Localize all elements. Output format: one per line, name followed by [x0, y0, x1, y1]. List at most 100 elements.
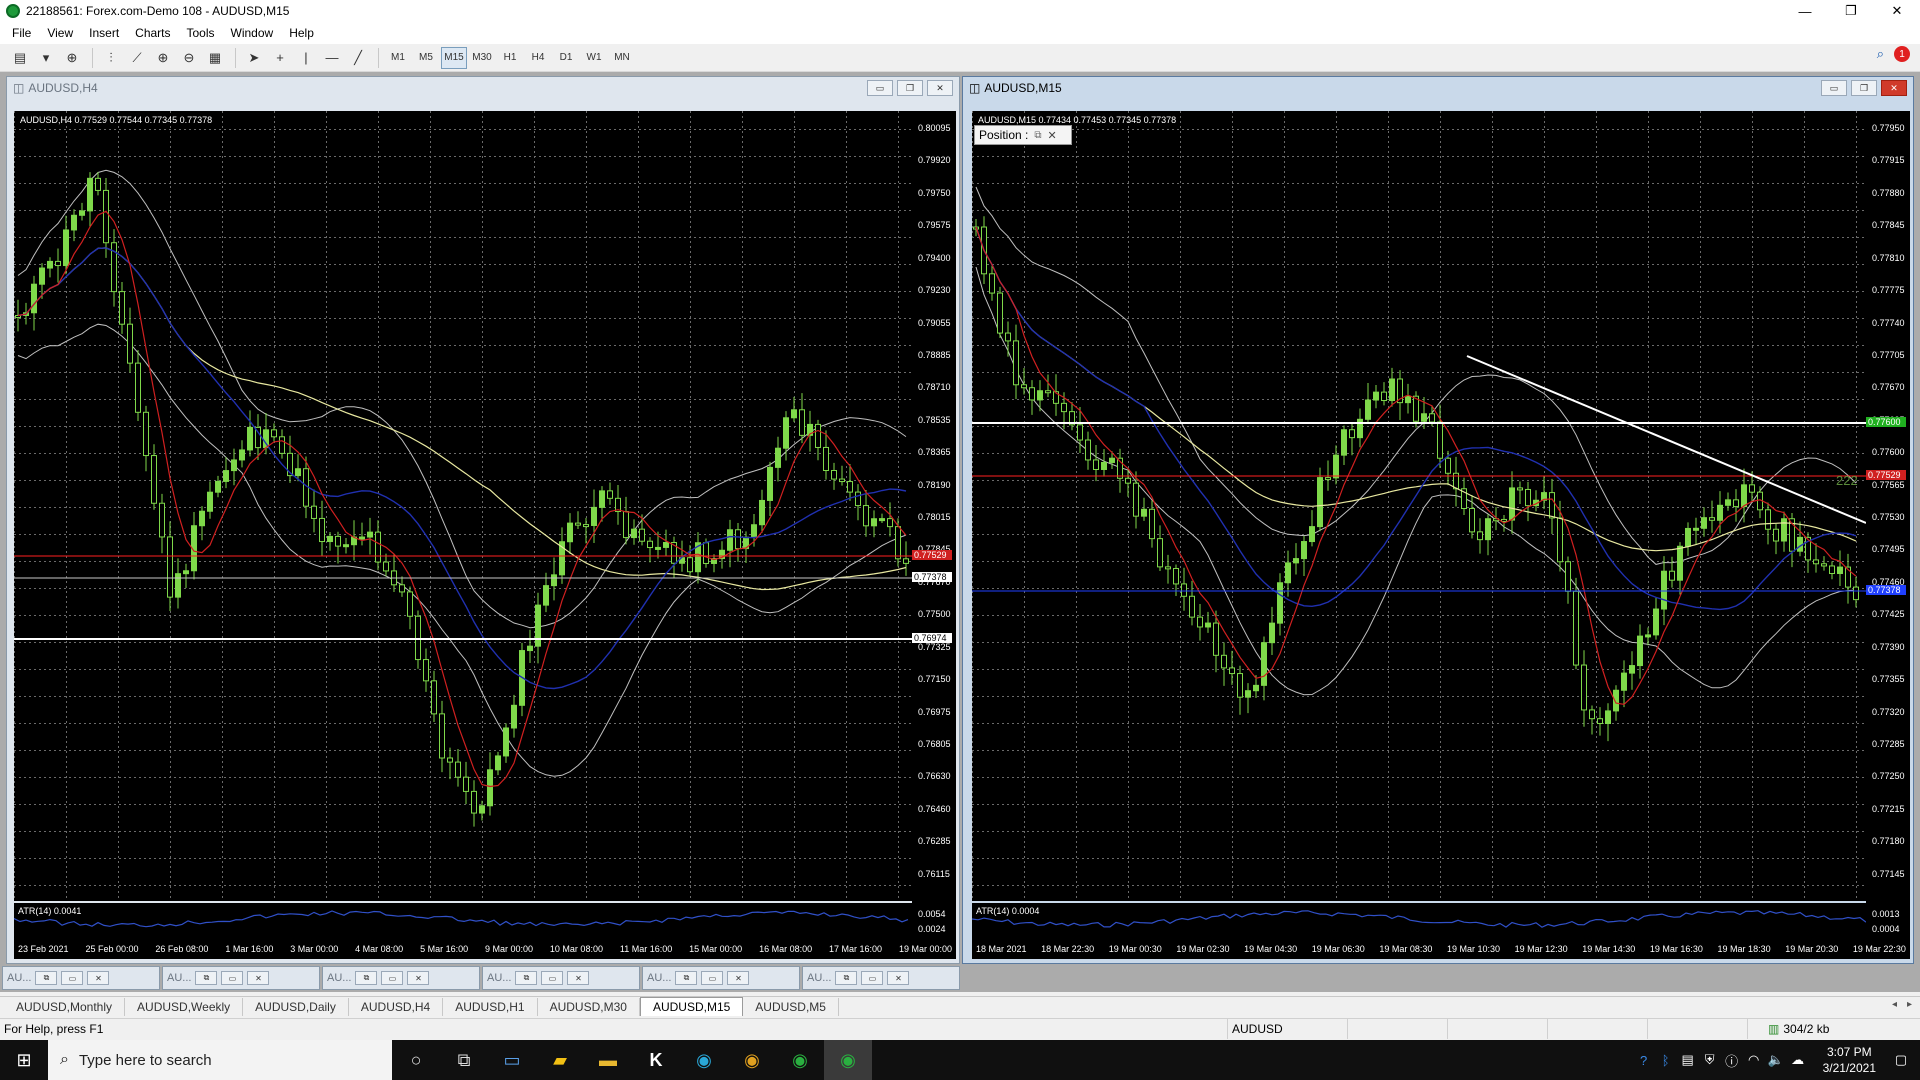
tab-audusd-m30[interactable]: AUDUSD,M30	[538, 998, 640, 1016]
tab-audusd-m15[interactable]: AUDUSD,M15	[639, 997, 744, 1016]
timeframe-m5[interactable]: M5	[413, 47, 439, 69]
bluetooth-icon[interactable]: ᛒ	[1655, 1053, 1677, 1068]
timeframe-w1[interactable]: W1	[581, 47, 607, 69]
position-panel[interactable]: Position : ⧉ ✕	[974, 125, 1072, 145]
monitor-app-icon[interactable]: ▭	[488, 1040, 536, 1080]
restore-icon[interactable]: ⧉	[35, 971, 58, 985]
close-icon[interactable]: ✕	[567, 971, 590, 985]
minimize-button[interactable]: —	[1782, 0, 1828, 22]
restore-icon[interactable]: ⧉	[675, 971, 698, 985]
new-chart-icon[interactable]: ▤	[8, 47, 32, 69]
line-chart-icon[interactable]: ⟋	[125, 47, 149, 69]
price-chart[interactable]: AUDUSD,H4 0.77529 0.77544 0.77345 0.7737…	[14, 111, 912, 901]
trading-app-icon[interactable]: ◉	[776, 1040, 824, 1080]
price-axis[interactable]: 0.77950 0.77915 0.77880 0.77845 0.77810 0.777…	[1866, 111, 1910, 939]
shield-icon[interactable]: ⛨	[1699, 1052, 1721, 1068]
cortana-icon[interactable]: ○	[392, 1040, 440, 1080]
restore-icon[interactable]: ⧉	[355, 971, 378, 985]
restore-icon[interactable]: ⧉	[1034, 130, 1041, 141]
chart-window-audusd-h4[interactable]: ◫ AUDUSD,H4 ▭ ❐ ✕ AUDUSD,H4 0.77529 0.775…	[6, 76, 960, 964]
timeframe-mn[interactable]: MN	[609, 47, 635, 69]
chart-restore-button[interactable]: ❐	[897, 80, 923, 96]
close-icon[interactable]: ✕	[87, 971, 110, 985]
atr-indicator-pane[interactable]: ATR(14) 0.0004	[972, 903, 1866, 939]
tab-audusd-m5[interactable]: AUDUSD,M5	[743, 998, 839, 1016]
minimized-window[interactable]: AU... ⧉ ▭ ✕	[802, 966, 960, 990]
close-icon[interactable]: ✕	[887, 971, 910, 985]
cursor-icon[interactable]: ➤	[242, 47, 266, 69]
minimized-window[interactable]: AU... ⧉ ▭ ✕	[162, 966, 320, 990]
minimized-window[interactable]: AU... ⧉ ▭ ✕	[2, 966, 160, 990]
task-view-icon[interactable]: ⧉	[440, 1040, 488, 1080]
edge-browser-icon[interactable]: ◉	[680, 1040, 728, 1080]
info-icon[interactable]: ⓘ	[1721, 1051, 1743, 1070]
menu-view[interactable]: View	[39, 26, 81, 40]
tile-windows-icon[interactable]: ▦	[203, 47, 227, 69]
k-app-icon[interactable]: K	[632, 1040, 680, 1080]
clock[interactable]: 3:07 PM 3/21/2021	[1823, 1044, 1876, 1076]
chrome-browser-icon[interactable]: ◉	[728, 1040, 776, 1080]
zoom-in-icon[interactable]: ⊕	[151, 47, 175, 69]
tab-audusd-h1[interactable]: AUDUSD,H1	[443, 998, 538, 1016]
maximize-icon[interactable]: ▭	[861, 971, 884, 985]
active-trading-app-icon[interactable]: ◉	[824, 1040, 872, 1080]
menu-tools[interactable]: Tools	[179, 26, 223, 40]
chart-window-audusd-m15[interactable]: ◫ AUDUSD,M15 ▭ ❐ ✕ AUDUSD,M15 0.77434 0.7…	[962, 76, 1914, 964]
chart-close-button[interactable]: ✕	[1881, 80, 1907, 96]
chart-close-button[interactable]: ✕	[927, 80, 953, 96]
taskbar-search[interactable]: ⌕ Type here to search	[48, 1040, 392, 1080]
menu-file[interactable]: File	[4, 26, 39, 40]
search-icon[interactable]: ⌕	[1877, 46, 1884, 62]
maximize-icon[interactable]: ▭	[541, 971, 564, 985]
zoom-out-icon[interactable]: ⊖	[177, 47, 201, 69]
chart-minimize-button[interactable]: ▭	[1821, 80, 1847, 96]
tab-audusd-monthly[interactable]: AUDUSD,Monthly	[4, 998, 126, 1016]
menu-insert[interactable]: Insert	[81, 26, 127, 40]
close-icon[interactable]: ✕	[247, 971, 270, 985]
close-icon[interactable]: ✕	[407, 971, 430, 985]
menu-charts[interactable]: Charts	[127, 26, 178, 40]
file-explorer-icon[interactable]: ▬	[584, 1040, 632, 1080]
notification-badge[interactable]: 1	[1894, 46, 1910, 62]
close-icon[interactable]: ✕	[727, 971, 750, 985]
restore-icon[interactable]: ⧉	[515, 971, 538, 985]
minimized-window[interactable]: AU... ⧉ ▭ ✕	[322, 966, 480, 990]
close-button[interactable]: ✕	[1874, 0, 1920, 22]
horizontal-line-icon[interactable]: —	[320, 47, 344, 69]
minimized-window[interactable]: AU... ⧉ ▭ ✕	[642, 966, 800, 990]
restore-icon[interactable]: ⧉	[835, 971, 858, 985]
price-chart[interactable]: AUDUSD,M15 0.77434 0.77453 0.77345 0.773…	[972, 111, 1866, 901]
tab-scroll-right-icon[interactable]: ▸	[1907, 999, 1912, 1010]
timeframe-d1[interactable]: D1	[553, 47, 579, 69]
action-center-icon[interactable]: ▢	[1890, 1052, 1912, 1068]
maximize-icon[interactable]: ▭	[701, 971, 724, 985]
help-icon[interactable]: ?	[1633, 1053, 1655, 1068]
crosshair-target-icon[interactable]: ⊕	[60, 47, 84, 69]
timeframe-m30[interactable]: M30	[469, 47, 495, 69]
tab-audusd-h4[interactable]: AUDUSD,H4	[349, 998, 444, 1016]
menu-help[interactable]: Help	[281, 26, 322, 40]
atr-indicator-pane[interactable]: ATR(14) 0.0041	[14, 903, 912, 939]
chart-minimize-button[interactable]: ▭	[867, 80, 893, 96]
tab-scroll-left-icon[interactable]: ◂	[1892, 999, 1897, 1010]
crosshair-icon[interactable]: +	[268, 47, 292, 69]
tab-audusd-weekly[interactable]: AUDUSD,Weekly	[125, 998, 244, 1016]
restore-icon[interactable]: ⧉	[195, 971, 218, 985]
windows-start-icon[interactable]: ⊞	[0, 1040, 48, 1080]
maximize-button[interactable]: ❐	[1828, 0, 1874, 22]
timeframe-h4[interactable]: H4	[525, 47, 551, 69]
tab-audusd-daily[interactable]: AUDUSD,Daily	[243, 998, 349, 1016]
close-icon[interactable]: ✕	[1048, 129, 1057, 142]
timeframe-h1[interactable]: H1	[497, 47, 523, 69]
timeframe-m1[interactable]: M1	[385, 47, 411, 69]
trendline-icon[interactable]: ╱	[346, 47, 370, 69]
maximize-icon[interactable]: ▭	[381, 971, 404, 985]
volume-icon[interactable]: 🔈	[1765, 1052, 1787, 1068]
network-icon[interactable]: ▤	[1677, 1052, 1699, 1068]
price-axis[interactable]: 0.80095 0.79920 0.79750 0.79575 0.79400 0.792…	[912, 111, 956, 939]
chart-restore-button[interactable]: ❐	[1851, 80, 1877, 96]
vertical-line-icon[interactable]: |	[294, 47, 318, 69]
sticky-app-icon[interactable]: ▰	[536, 1040, 584, 1080]
maximize-icon[interactable]: ▭	[61, 971, 84, 985]
dropdown-icon[interactable]: ▾	[34, 47, 58, 69]
